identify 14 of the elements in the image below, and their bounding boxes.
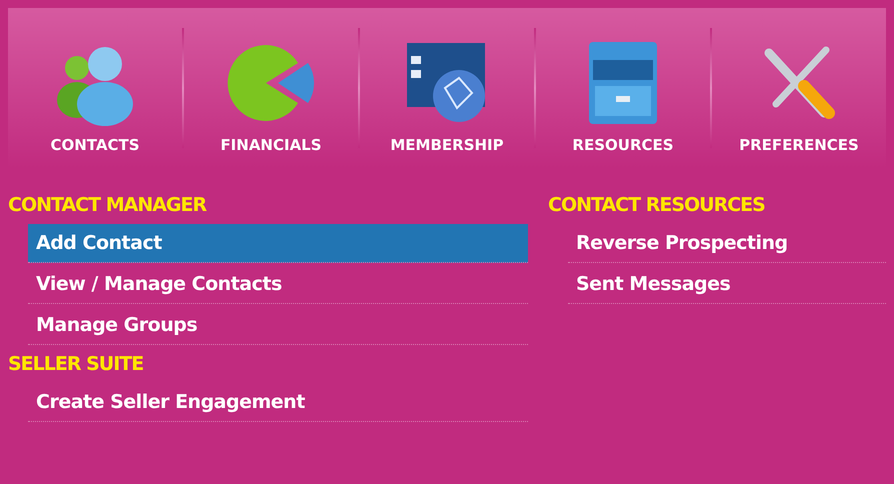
menu-link[interactable]: Add Contact: [28, 224, 528, 263]
menu-link[interactable]: Manage Groups: [28, 306, 528, 345]
nav-tab[interactable]: RESOURCES: [536, 8, 710, 168]
section-heading: CONTACT MANAGER: [8, 193, 208, 218]
section-heading: CONTACT RESOURCES: [548, 193, 766, 218]
menu-link[interactable]: Sent Messages: [568, 265, 886, 304]
nav-tab[interactable]: MEMBERSHIP: [360, 8, 534, 168]
nav-tab[interactable]: PREFERENCES: [712, 8, 886, 168]
menu-link[interactable]: Reverse Prospecting: [568, 224, 886, 263]
nav-tab[interactable]: FINANCIALS: [184, 8, 358, 168]
menu-link[interactable]: Create Seller Engagement: [28, 383, 528, 422]
nav-tab[interactable]: CONTACTS: [8, 8, 182, 168]
menu-link[interactable]: View / Manage Contacts: [28, 265, 528, 304]
section-heading: SELLER SUITE: [8, 352, 144, 377]
